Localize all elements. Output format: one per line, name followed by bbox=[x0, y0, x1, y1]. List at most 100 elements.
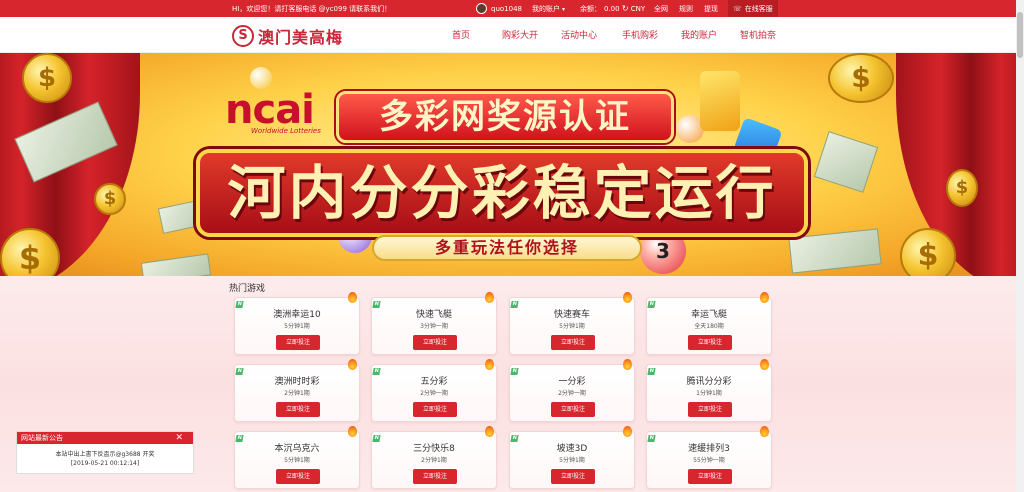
fire-icon bbox=[623, 426, 632, 437]
game-card[interactable]: N 三分快乐8 2分钟1期 立即投注 bbox=[371, 426, 497, 489]
bet-now-button[interactable]: 立即投注 bbox=[551, 469, 595, 484]
game-name: 速缓排列3 bbox=[688, 444, 730, 454]
bet-now-button[interactable]: 立即投注 bbox=[688, 469, 732, 484]
topbar-link-withdraw[interactable]: 提现 bbox=[704, 4, 718, 14]
greeting-text: HI，欢迎您！请打客服电话 @yc099 请联系我们！ bbox=[232, 5, 392, 13]
game-name: 三分快乐8 bbox=[413, 444, 455, 454]
fire-icon bbox=[623, 292, 632, 303]
fire-icon bbox=[485, 426, 494, 437]
game-frequency: 2分钟一期 bbox=[420, 390, 448, 397]
nav-item-my-account[interactable]: 我的账户 bbox=[681, 28, 717, 41]
game-name: 坡速3D bbox=[556, 444, 588, 454]
lottery-ball-icon bbox=[250, 67, 272, 89]
game-name: 腾讯分分彩 bbox=[686, 377, 732, 387]
refresh-icon[interactable]: ↻ bbox=[622, 4, 629, 13]
star-icon bbox=[700, 71, 740, 131]
user-info[interactable]: quo1048 bbox=[476, 3, 522, 14]
fire-icon bbox=[623, 359, 632, 370]
site-logo[interactable]: 澳门美高梅 bbox=[232, 24, 343, 48]
bet-now-button[interactable]: 立即投注 bbox=[688, 402, 732, 417]
game-card[interactable]: N 快速赛车 5分钟1期 立即投注 bbox=[509, 292, 635, 355]
game-card[interactable]: N 坡速3D 5分钟1期 立即投注 bbox=[509, 426, 635, 489]
game-frequency: 全天180期 bbox=[694, 323, 724, 330]
main-navbar: 澳门美高梅 首页 购彩大开 活动中心 手机购彩 我的账户 智机拍奈 bbox=[0, 17, 1016, 53]
bet-now-button[interactable]: 立即投注 bbox=[276, 469, 320, 484]
nav-item-mobile[interactable]: 手机购彩 bbox=[622, 28, 658, 41]
username[interactable]: quo1048 bbox=[491, 5, 522, 13]
brand-logo: ncai Worldwide Lotteries bbox=[225, 87, 321, 135]
balance-value: 0.00 bbox=[604, 5, 620, 13]
nav-item-promotions[interactable]: 活动中心 bbox=[561, 28, 597, 41]
game-frequency: 1分钟1期 bbox=[696, 390, 722, 397]
game-frequency: 5分钟1期 bbox=[559, 457, 585, 464]
game-card[interactable]: N 一分彩 2分钟一期 立即投注 bbox=[509, 359, 635, 422]
fire-icon bbox=[348, 359, 357, 370]
chevron-down-icon[interactable]: ▾ bbox=[562, 6, 565, 13]
fire-icon bbox=[348, 292, 357, 303]
game-name: 快速赛车 bbox=[553, 310, 590, 320]
fire-icon bbox=[485, 359, 494, 370]
fire-icon bbox=[485, 292, 494, 303]
game-name: 幸运飞艇 bbox=[690, 310, 727, 320]
game-frequency: 2分钟一期 bbox=[558, 390, 586, 397]
game-card[interactable]: N 五分彩 2分钟一期 立即投注 bbox=[371, 359, 497, 422]
page-scrollbar[interactable] bbox=[1016, 0, 1024, 492]
bet-now-button[interactable]: 立即投注 bbox=[276, 402, 320, 417]
coin-icon bbox=[900, 228, 956, 276]
banknote-icon bbox=[813, 131, 879, 193]
close-icon[interactable]: ✕ bbox=[175, 432, 183, 444]
nav-item-home[interactable]: 首页 bbox=[452, 28, 470, 41]
topbar-link-quanwang[interactable]: 全网 bbox=[654, 4, 668, 14]
bet-now-button[interactable]: 立即投注 bbox=[551, 335, 595, 350]
headset-icon: ☏ bbox=[733, 4, 742, 13]
game-frequency: 5分钟1期 bbox=[284, 323, 310, 330]
avatar[interactable] bbox=[476, 3, 487, 14]
scrollbar-thumb[interactable] bbox=[1017, 12, 1023, 58]
customer-service-label: 在线客服 bbox=[744, 4, 773, 13]
nav-item-lottery-hall[interactable]: 购彩大开 bbox=[502, 28, 538, 41]
ball-number: 3 bbox=[656, 239, 670, 263]
brand-tagline: Worldwide Lotteries bbox=[251, 127, 321, 135]
game-frequency: 5分钟1期 bbox=[284, 457, 310, 464]
game-card[interactable]: N 幸运飞艇 全天180期 立即投注 bbox=[646, 292, 772, 355]
top-utility-bar: HI，欢迎您！请打客服电话 @yc099 请联系我们！ quo1048 我的账户… bbox=[0, 0, 1016, 17]
game-card[interactable]: N 澳洲幸运10 5分钟1期 立即投注 bbox=[234, 292, 360, 355]
coin-icon bbox=[22, 53, 72, 103]
announcement-header: 网站最新公告 ✕ bbox=[17, 432, 193, 444]
account-dropdown[interactable]: 我的账户 ▾ bbox=[532, 4, 565, 14]
announcement-text[interactable]: 本站中出上書下反盃示@g3688 开奖 bbox=[17, 449, 193, 458]
logo-text: 澳门美高梅 bbox=[258, 28, 344, 47]
hot-games-title: 热门游戏 bbox=[229, 284, 266, 294]
announcement-popup: 网站最新公告 ✕ 本站中出上書下反盃示@g3688 开奖 [2019-05-21… bbox=[16, 431, 194, 474]
bet-now-button[interactable]: 立即投注 bbox=[413, 469, 457, 484]
game-card[interactable]: N 快速飞艇 3分钟一期 立即投注 bbox=[371, 292, 497, 355]
bet-now-button[interactable]: 立即投注 bbox=[413, 335, 457, 350]
customer-service-button[interactable]: ☏ 在线客服 bbox=[728, 0, 778, 17]
game-frequency: 3分钟一期 bbox=[420, 323, 448, 330]
currency: CNY bbox=[630, 5, 646, 13]
game-card[interactable]: N 腾讯分分彩 1分钟1期 立即投注 bbox=[646, 359, 772, 422]
topbar-link-rules[interactable]: 规则 bbox=[679, 4, 693, 14]
coin-icon bbox=[946, 169, 978, 207]
bet-now-button[interactable]: 立即投注 bbox=[413, 402, 457, 417]
game-card[interactable]: N 澳洲时时彩 2分钟1期 立即投注 bbox=[234, 359, 360, 422]
game-frequency: 2分钟1期 bbox=[284, 390, 310, 397]
account-label[interactable]: 我的账户 bbox=[532, 5, 560, 13]
banner-subtitle: 多重玩法任你选择 bbox=[372, 235, 642, 261]
game-card[interactable]: N 速缓排列3 55分钟一期 立即投注 bbox=[646, 426, 772, 489]
bet-now-button[interactable]: 立即投注 bbox=[688, 335, 732, 350]
promo-banner[interactable]: 3 ncai Worldwide Lotteries 多彩网奖源认证 河内分分彩… bbox=[0, 53, 1016, 276]
coin-icon bbox=[0, 228, 60, 276]
bet-now-button[interactable]: 立即投注 bbox=[551, 402, 595, 417]
game-card[interactable]: N 本沉乌克六 5分钟1期 立即投注 bbox=[234, 426, 360, 489]
announcement-title: 网站最新公告 bbox=[21, 434, 63, 442]
announcement-timestamp: [2019-05-21 00:12:14] bbox=[70, 460, 140, 467]
balance-label: 余额： bbox=[580, 5, 601, 13]
game-name: 本沉乌克六 bbox=[274, 444, 320, 454]
game-name: 澳洲时时彩 bbox=[274, 377, 320, 387]
banknote-icon bbox=[788, 228, 882, 274]
bet-now-button[interactable]: 立即投注 bbox=[276, 335, 320, 350]
coin-icon bbox=[94, 183, 126, 215]
game-frequency: 55分钟一期 bbox=[693, 457, 725, 464]
nav-item-extra[interactable]: 智机拍奈 bbox=[740, 28, 776, 41]
